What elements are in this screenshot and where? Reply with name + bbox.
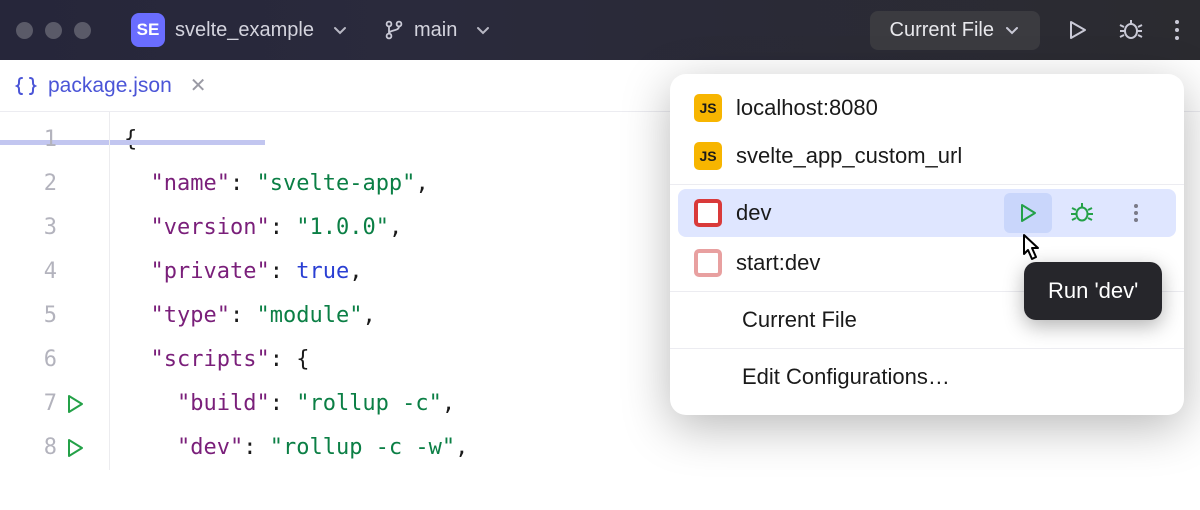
menu-separator bbox=[670, 184, 1184, 185]
git-branch-icon bbox=[384, 19, 404, 41]
minimize-window-dot[interactable] bbox=[45, 22, 62, 39]
js-icon: JS bbox=[694, 142, 722, 170]
run-button[interactable] bbox=[1004, 193, 1052, 233]
run-gutter-icon[interactable] bbox=[65, 438, 85, 458]
js-icon: JS bbox=[694, 94, 722, 122]
debug-icon bbox=[1070, 202, 1094, 224]
chevron-down-icon bbox=[332, 22, 348, 38]
titlebar: SE svelte_example main Current File bbox=[0, 0, 1200, 60]
edit-configurations[interactable]: Edit Configurations… bbox=[670, 353, 1184, 401]
run-config-item-label: localhost:8080 bbox=[736, 95, 878, 121]
run-config-item-actions bbox=[1004, 193, 1160, 233]
run-config-label: Current File bbox=[890, 19, 994, 42]
run-config-item-dev[interactable]: dev bbox=[678, 189, 1176, 237]
line-number: 7 bbox=[27, 382, 57, 426]
window-controls bbox=[16, 22, 91, 39]
run-config-dropdown[interactable]: Current File bbox=[870, 11, 1040, 50]
line-number: 2 bbox=[27, 162, 57, 206]
branch-name: main bbox=[414, 19, 457, 42]
line-number: 1 bbox=[27, 118, 57, 162]
project-selector[interactable]: SE svelte_example bbox=[123, 9, 356, 51]
debug-button[interactable] bbox=[1058, 193, 1106, 233]
tooltip-text: Run 'dev' bbox=[1048, 278, 1138, 303]
branch-selector[interactable]: main bbox=[384, 19, 491, 42]
run-config-item-label: dev bbox=[736, 200, 990, 226]
menu-separator bbox=[670, 348, 1184, 349]
line-number: 3 bbox=[27, 206, 57, 250]
run-config-item-localhost[interactable]: JS localhost:8080 bbox=[670, 84, 1184, 132]
close-window-dot[interactable] bbox=[16, 22, 33, 39]
line-number: 8 bbox=[27, 426, 57, 470]
code-content: { "name": "svelte-app", "version": "1.0.… bbox=[110, 112, 468, 470]
menu-item-label: Edit Configurations… bbox=[742, 364, 950, 390]
close-tab-icon[interactable]: ✕ bbox=[182, 73, 215, 98]
menu-item-label: Current File bbox=[742, 307, 857, 333]
run-gutter-icon[interactable] bbox=[65, 394, 85, 414]
run-config-item-label: start:dev bbox=[736, 250, 820, 276]
more-icon bbox=[1133, 203, 1139, 223]
tooltip: Run 'dev' bbox=[1024, 262, 1162, 320]
line-number: 6 bbox=[27, 338, 57, 382]
titlebar-run-actions bbox=[1066, 18, 1180, 42]
chevron-down-icon bbox=[1004, 22, 1020, 38]
line-number-gutter: 1 2 3 4 5 6 7 8 bbox=[0, 112, 110, 470]
project-badge: SE bbox=[131, 13, 165, 47]
run-icon bbox=[1018, 203, 1038, 223]
more-icon[interactable] bbox=[1174, 19, 1180, 41]
debug-icon[interactable] bbox=[1118, 18, 1144, 42]
line-number: 4 bbox=[27, 250, 57, 294]
project-name: svelte_example bbox=[175, 19, 314, 42]
run-icon[interactable] bbox=[1066, 19, 1088, 41]
run-config-menu: JS localhost:8080 JS svelte_app_custom_u… bbox=[670, 74, 1184, 415]
run-config-item-label: svelte_app_custom_url bbox=[736, 143, 962, 169]
maximize-window-dot[interactable] bbox=[74, 22, 91, 39]
chevron-down-icon bbox=[475, 22, 491, 38]
json-file-icon bbox=[14, 74, 38, 98]
line-number: 5 bbox=[27, 294, 57, 338]
npm-icon bbox=[694, 199, 722, 227]
more-button[interactable] bbox=[1112, 193, 1160, 233]
npm-icon bbox=[694, 249, 722, 277]
run-config-item-svelte-url[interactable]: JS svelte_app_custom_url bbox=[670, 132, 1184, 180]
tab-filename[interactable]: package.json bbox=[48, 74, 172, 98]
